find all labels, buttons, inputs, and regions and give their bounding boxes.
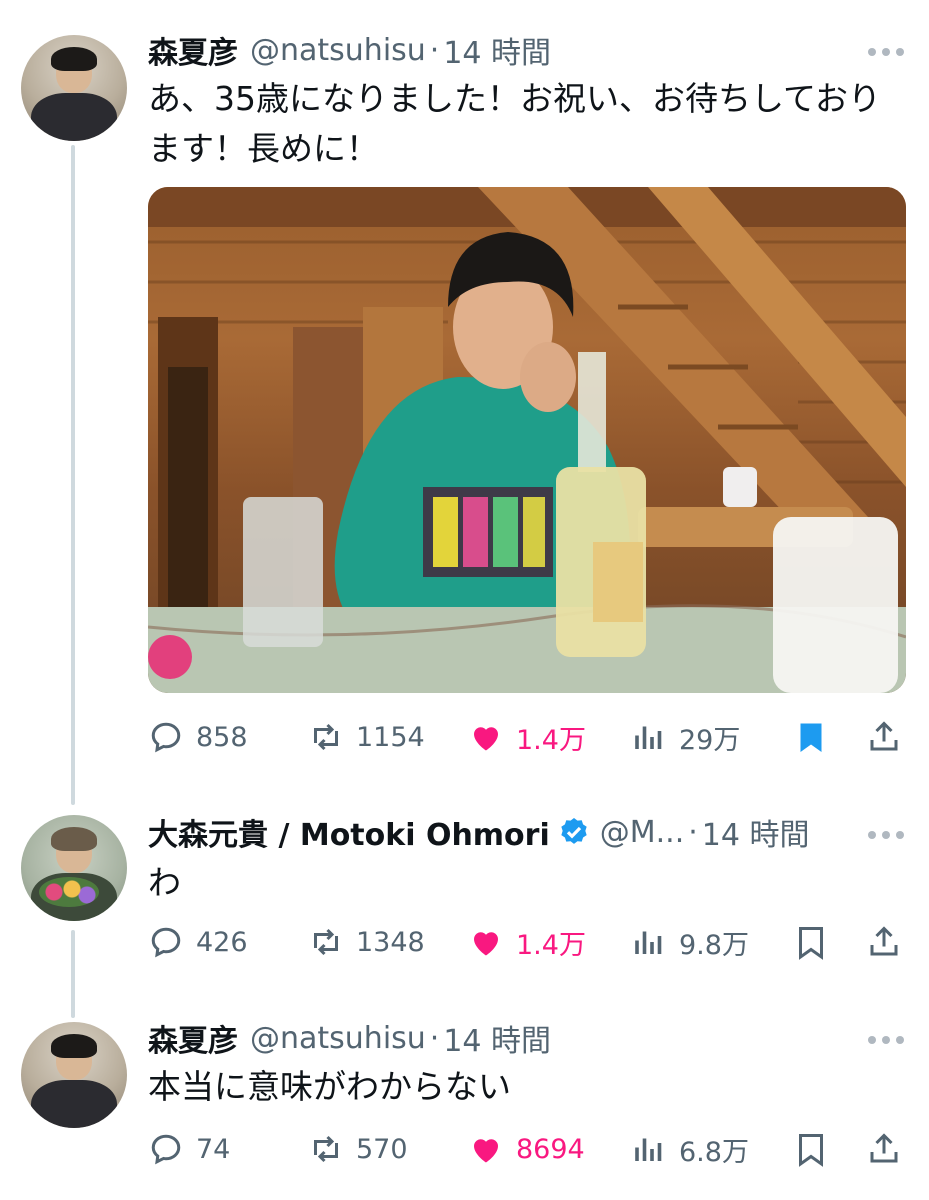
tweet-text: 本当に意味がわからない [148,1067,511,1106]
timestamp[interactable]: 14 時間 [443,28,551,72]
user-handle[interactable]: @natsuhisu [250,33,426,68]
views-icon [635,1138,662,1161]
share-icon [870,721,898,751]
more-icon[interactable] [866,1030,906,1050]
share-icon [870,926,898,956]
views-count: 6.8万 [679,1136,749,1168]
avatar[interactable] [21,35,127,141]
retweet-button[interactable]: 1348 [308,920,425,964]
share-icon [870,1133,898,1163]
bookmark-icon [799,1134,823,1167]
tweet-actions: 858 1154 1.4万 29万 [148,715,908,759]
thread-line [71,145,75,805]
tweet-header: 森夏彦 @natsuhisu · 14 時間 [148,1016,551,1060]
share-button[interactable] [866,1127,914,1171]
views-button[interactable]: 6.8万 [631,1127,749,1171]
views-count: 9.8万 [679,929,749,961]
reply-icon [151,927,181,958]
views-icon [635,931,662,954]
separator: · [429,32,440,68]
like-button[interactable]: 1.4万 [468,715,586,759]
reply-button[interactable]: 858 [148,715,248,759]
thread-line [71,930,75,1018]
reply-count: 426 [196,926,248,958]
reply-icon [151,722,181,753]
tweet-actions: 74 570 8694 6.8万 [148,1127,908,1171]
tweet-photo[interactable] [148,187,906,693]
tweet-header: 大森元貴 / Motoki Ohmori @M... · 14 時間 [148,810,810,854]
retweet-button[interactable]: 1154 [308,715,425,759]
retweet-icon [314,723,338,751]
user-handle[interactable]: @M... [600,815,685,850]
like-button[interactable]: 8694 [468,1127,585,1171]
bookmark-button[interactable] [793,920,841,964]
like-count: 1.4万 [516,929,586,961]
avatar[interactable] [21,815,127,921]
reply-button[interactable]: 74 [148,1127,230,1171]
retweet-count: 1348 [356,926,425,958]
retweet-count: 570 [356,1133,408,1165]
like-button[interactable]: 1.4万 [468,920,586,964]
views-button[interactable]: 29万 [631,715,740,759]
tweet-header: 森夏彦 @natsuhisu · 14 時間 [148,28,551,72]
retweet-button[interactable]: 570 [308,1127,408,1171]
reply-count: 74 [196,1133,231,1165]
reply-button[interactable]: 426 [148,920,248,964]
bookmark-icon [799,927,823,960]
like-icon [474,727,498,751]
tweet-text: わ [148,863,181,902]
bookmark-button[interactable] [793,1127,841,1171]
reply-icon [151,1134,181,1165]
like-icon [474,932,498,956]
photo-scene [148,187,906,693]
tweet-actions: 426 1348 1.4万 9.8万 [148,920,908,964]
avatar[interactable] [21,1022,127,1128]
separator: · [688,814,698,850]
retweet-icon [314,928,338,956]
views-button[interactable]: 9.8万 [631,920,749,964]
timestamp[interactable]: 14 時間 [443,1016,551,1060]
like-icon [474,1139,498,1163]
like-count: 8694 [516,1133,585,1165]
share-button[interactable] [866,920,914,964]
user-handle[interactable]: @natsuhisu [250,1021,426,1056]
reply-count: 858 [196,721,248,753]
separator: · [429,1020,440,1056]
more-icon[interactable] [866,42,906,62]
share-button[interactable] [866,715,914,759]
tweet-text: あ、35歳になりました！お祝い、お待ちしております！長めに！ [148,79,882,168]
retweet-icon [314,1135,338,1163]
more-icon[interactable] [866,825,906,845]
timestamp[interactable]: 14 時間 [702,810,810,854]
bookmark-icon [800,723,822,752]
display-name[interactable]: 大森元貴 / Motoki Ohmori [148,810,550,854]
retweet-count: 1154 [356,721,425,753]
views-count: 29万 [679,724,741,756]
like-count: 1.4万 [516,724,586,756]
verified-badge-icon [561,818,587,844]
bookmark-button[interactable] [793,715,841,759]
views-icon [635,726,662,749]
display-name[interactable]: 森夏彦 [148,1016,238,1060]
display-name[interactable]: 森夏彦 [148,28,238,72]
